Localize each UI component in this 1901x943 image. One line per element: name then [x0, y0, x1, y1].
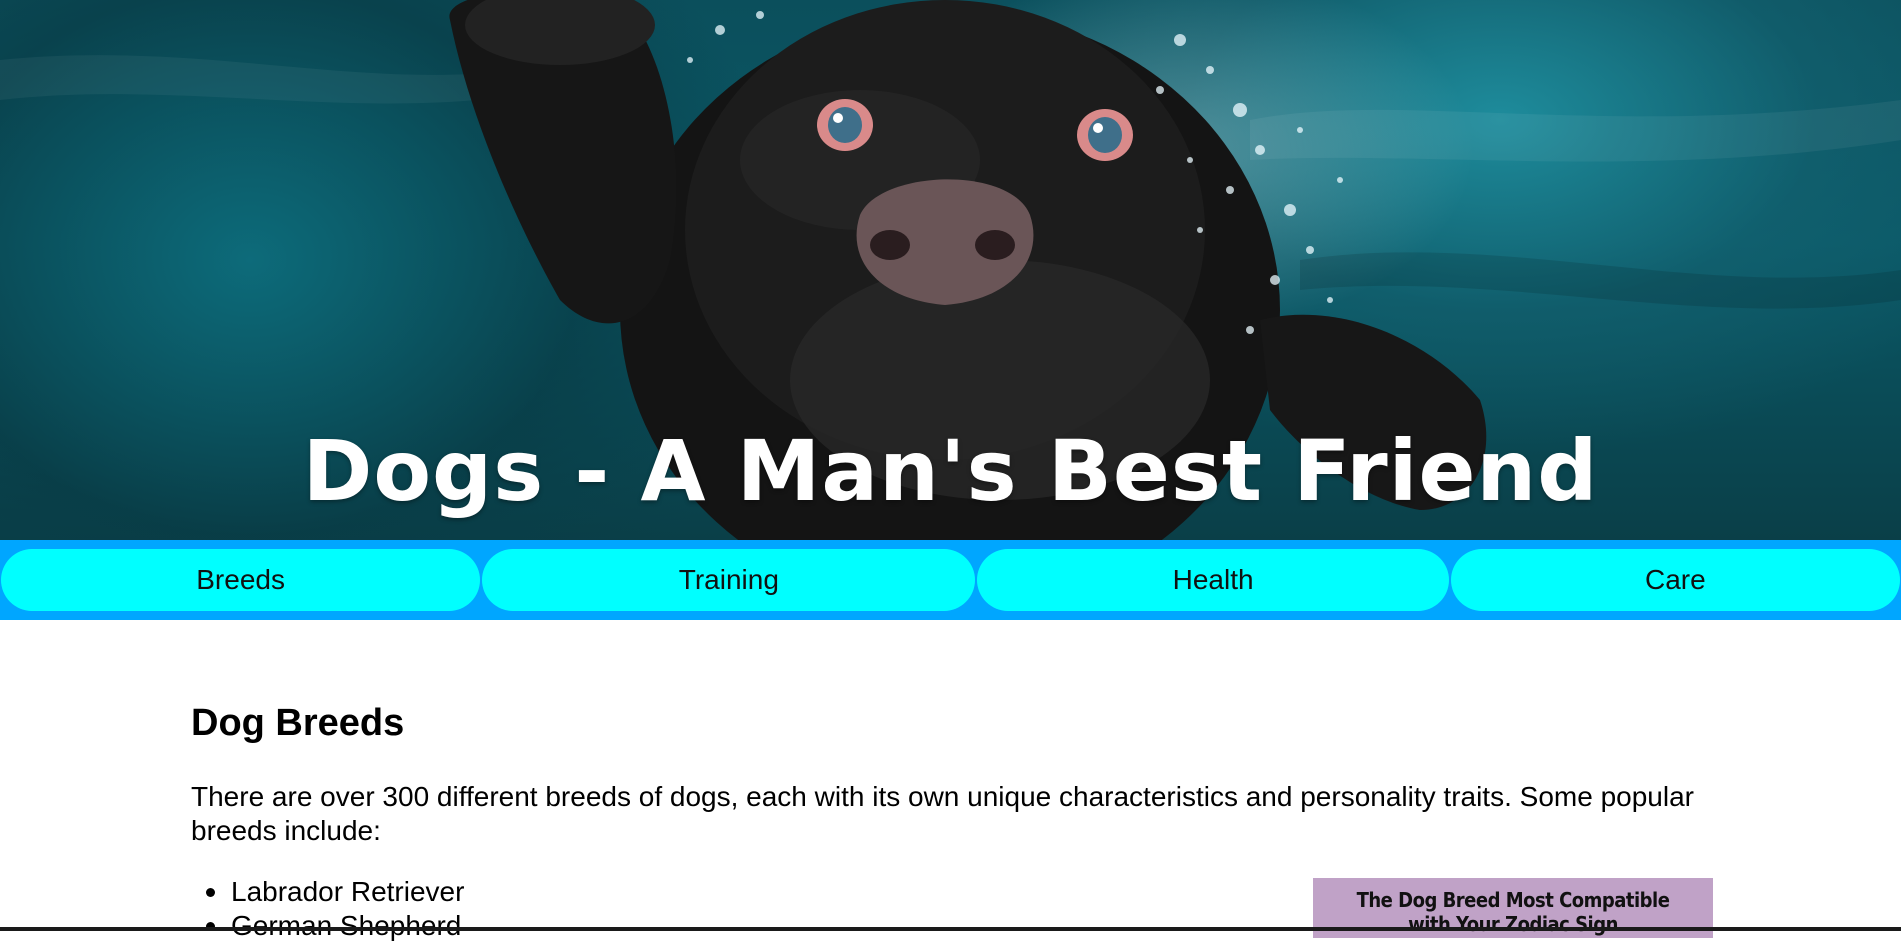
main-nav: Breeds Training Health Care [0, 540, 1901, 620]
nav-item-breeds[interactable]: Breeds [1, 549, 481, 611]
page-title: Dogs - A Man's Best Friend [302, 422, 1599, 521]
list-item: Labrador Retriever [205, 876, 465, 907]
intro-paragraph: There are over 300 different breeds of d… [191, 781, 1694, 846]
viewport-bottom-edge [0, 927, 1901, 931]
nav-item-health[interactable]: Health [977, 549, 1449, 611]
promo-title-line1: The Dog Breed Most Compatible [1356, 888, 1670, 912]
nav-item-care[interactable]: Care [1450, 549, 1900, 611]
hero-banner: Dogs - A Man's Best Friend [0, 0, 1901, 540]
section-heading: Dog Breeds [191, 702, 405, 744]
list-item: German Shepherd [205, 909, 464, 943]
breed-list: Labrador Retriever German Shepherd [191, 875, 464, 943]
promo-title-line2: with Your Zodiac Sign [1408, 912, 1618, 936]
nav-item-training[interactable]: Training [482, 549, 976, 611]
